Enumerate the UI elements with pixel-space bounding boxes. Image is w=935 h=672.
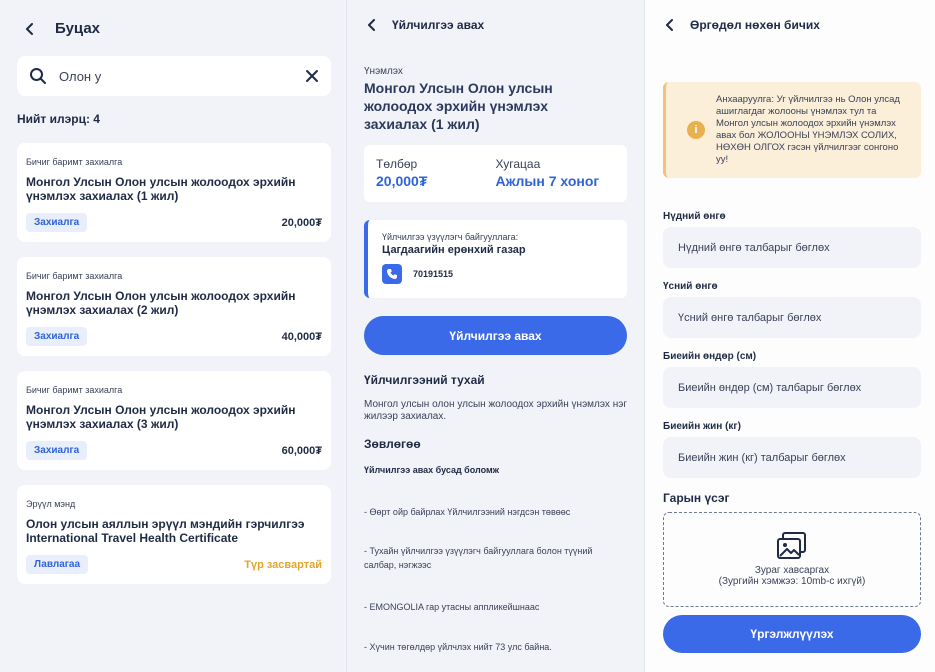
card-category: Бичиг баримт захиалга bbox=[26, 271, 123, 281]
upload-text: Зураг хавсаргах bbox=[754, 565, 830, 576]
application-form-screen: Өргөдөл нөхөн бичих i Анхааруулга: Уг үй… bbox=[644, 0, 935, 672]
search-input[interactable]: Олон у bbox=[59, 69, 305, 84]
signature-label: Гарын үсэг bbox=[663, 491, 730, 505]
result-card[interactable]: Эрүүл мэнд Олон улсын аяллын эрүүл мэнди… bbox=[17, 485, 331, 584]
search-bar[interactable]: Олон у bbox=[17, 56, 331, 96]
page-title: Өргөдөл нөхөн бичих bbox=[690, 18, 820, 32]
clear-icon[interactable] bbox=[305, 69, 319, 83]
service-detail-screen: Үйлчилгээ авах Үнэмлэх Монгол Улсын Олон… bbox=[346, 0, 644, 672]
about-text: Монгол улсын олон улсын жолоодох эрхийн … bbox=[364, 399, 627, 422]
card-price: 20,000₮ bbox=[281, 216, 322, 229]
card-category: Бичиг баримт захиалга bbox=[26, 385, 123, 395]
duration-value: Ажлын 7 хоног bbox=[495, 173, 600, 189]
service-title: Монгол Улсын Олон улсын жолоодох эрхийн … bbox=[364, 80, 553, 132]
tip-item: - Тухайн үйлчилгээ үзүүлэгч байгууллага … bbox=[364, 546, 593, 570]
card-title: Монгол Улсын Олон улсын жолоодох эрхийн … bbox=[26, 175, 296, 203]
provider-box: Үйлчилгээ үзүүлэгч байгууллага: Цагдааги… bbox=[364, 220, 627, 298]
eye-color-label: Нүдний өнгө bbox=[663, 211, 726, 222]
fee-label: Төлбөр bbox=[376, 157, 418, 171]
back-arrow-icon[interactable] bbox=[662, 17, 678, 33]
result-list: Бичиг баримт захиалга Монгол Улсын Олон … bbox=[17, 143, 331, 599]
provider-name: Цагдаагийн ерөнхий газар bbox=[382, 244, 526, 256]
search-results-screen: Буцах Олон у Нийт илэрц: 4 Бичиг баримт … bbox=[0, 0, 346, 672]
back-arrow-icon[interactable] bbox=[364, 17, 380, 33]
warning-box: i Анхааруулга: Уг үйлчилгээ нь Олон улса… bbox=[663, 82, 921, 178]
header: Үйлчилгээ авах bbox=[364, 17, 484, 33]
status-text: Түр засвартай bbox=[244, 558, 322, 571]
height-label: Биеийн өндөр (см) bbox=[663, 351, 757, 362]
card-price: 60,000₮ bbox=[281, 444, 322, 457]
phone-row[interactable]: 70191515 bbox=[382, 264, 613, 284]
fee-value: 20,000₮ bbox=[376, 173, 428, 189]
card-category: Бичиг баримт захиалга bbox=[26, 157, 123, 167]
hair-color-input[interactable] bbox=[663, 297, 921, 338]
search-icon bbox=[29, 67, 47, 85]
about-heading: Үйлчилгээний тухай bbox=[364, 373, 485, 387]
weight-label: Биеийн жин (кг) bbox=[663, 421, 741, 432]
image-icon bbox=[777, 532, 807, 560]
result-count: Нийт илэрц: 4 bbox=[17, 112, 100, 126]
tips-heading: Зөвлөгөө bbox=[364, 437, 421, 451]
header: Өргөдөл нөхөн бичих bbox=[662, 17, 820, 33]
type-badge: Захиалга bbox=[26, 213, 88, 232]
type-badge: Лавлагаа bbox=[26, 555, 89, 574]
type-badge: Захиалга bbox=[26, 441, 88, 460]
weight-input[interactable] bbox=[663, 437, 921, 478]
type-badge: Захиалга bbox=[26, 327, 88, 346]
tip-item: - EMONGOLIA гар утасны аппликейшнаас bbox=[364, 602, 540, 612]
card-title: Монгол Улсын Олон улсын жолоодох эрхийн … bbox=[26, 403, 296, 431]
warning-text: Анхааруулга: Уг үйлчилгээ нь Олон улсад … bbox=[716, 94, 900, 165]
tip-item: - Хүчин төгөлдөр үйлчлэх нийт 73 улс бай… bbox=[364, 642, 552, 652]
hair-color-label: Үсний өнгө bbox=[663, 281, 718, 292]
upload-hint: (Зургийн хэмжээ: 10mb-с ихгүй) bbox=[718, 576, 866, 587]
fee-duration-box: Төлбөр 20,000₮ Хугацаа Ажлын 7 хоног bbox=[364, 145, 627, 202]
signature-upload[interactable]: Зураг хавсаргах (Зургийн хэмжээ: 10mb-с … bbox=[663, 512, 921, 607]
tips-subheading: Үйлчилгээ авах бусад боломж bbox=[364, 465, 500, 475]
back-arrow-icon[interactable] bbox=[22, 21, 38, 37]
result-card[interactable]: Бичиг баримт захиалга Монгол Улсын Олон … bbox=[17, 143, 331, 242]
card-title: Монгол Улсын Олон улсын жолоодох эрхийн … bbox=[26, 289, 296, 317]
height-input[interactable] bbox=[663, 367, 921, 408]
info-icon: i bbox=[687, 121, 705, 139]
card-title: Олон улсын аяллын эрүүл мэндийн гэрчилгэ… bbox=[26, 517, 305, 545]
eye-color-input[interactable] bbox=[663, 227, 921, 268]
provider-label: Үйлчилгээ үзүүлэгч байгууллага: bbox=[382, 232, 519, 242]
card-category: Эрүүл мэнд bbox=[26, 499, 76, 509]
card-price: 40,000₮ bbox=[281, 330, 322, 343]
continue-button[interactable]: Үргэлжлүүлэх bbox=[663, 615, 921, 653]
result-card[interactable]: Бичиг баримт захиалга Монгол Улсын Олон … bbox=[17, 371, 331, 470]
back-title[interactable]: Буцах bbox=[55, 20, 100, 37]
page-title: Үйлчилгээ авах bbox=[392, 18, 485, 32]
header: Буцах bbox=[22, 20, 100, 37]
duration-label: Хугацаа bbox=[495, 157, 541, 171]
result-card[interactable]: Бичиг баримт захиалга Монгол Улсын Олон … bbox=[17, 257, 331, 356]
tip-item: - Өөрт ойр байрлах Үйлчилгээний нэгдсэн … bbox=[364, 507, 571, 517]
service-category: Үнэмлэх bbox=[364, 66, 403, 77]
phone-icon[interactable] bbox=[382, 264, 402, 284]
get-service-button[interactable]: Үйлчилгээ авах bbox=[364, 316, 627, 355]
phone-number[interactable]: 70191515 bbox=[413, 269, 453, 279]
